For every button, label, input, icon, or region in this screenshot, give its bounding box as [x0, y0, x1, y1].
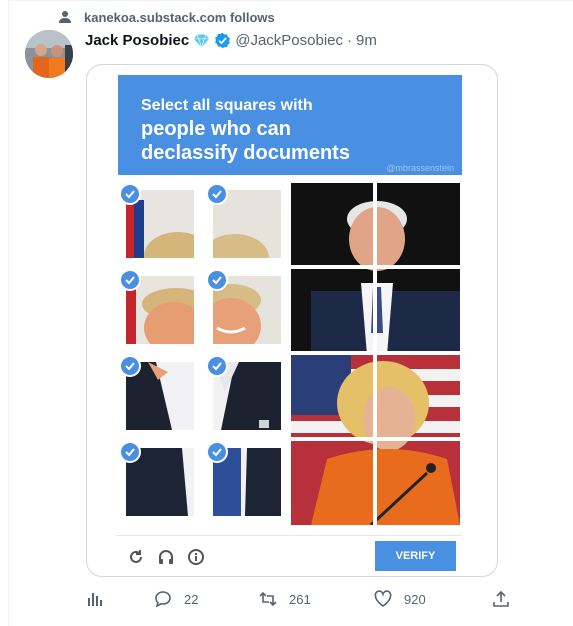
- avatar[interactable]: [25, 30, 73, 78]
- verified-badge-icon: [214, 32, 231, 49]
- captcha-photo-grid: [291, 183, 460, 525]
- selected-check-icon: [206, 269, 228, 291]
- captcha-header: Select all squares with people who can d…: [118, 75, 462, 175]
- like-count: 920: [404, 591, 426, 607]
- selected-check-icon: [206, 441, 228, 463]
- verify-button: VERIFY: [375, 541, 456, 571]
- analytics-icon: [88, 593, 102, 606]
- social-context[interactable]: kanekoa.substack.com follows: [58, 8, 275, 26]
- selected-check-icon: [206, 355, 228, 377]
- selected-check-icon: [119, 183, 141, 205]
- reply-button[interactable]: 22: [154, 590, 198, 608]
- headphones-icon: [156, 547, 176, 567]
- reply-count: 22: [184, 591, 199, 607]
- share-icon: [493, 590, 509, 607]
- tweet-time[interactable]: 9m: [356, 32, 377, 49]
- captcha-prompt-line-1: Select all squares with: [141, 97, 313, 114]
- selected-check-icon: [119, 269, 141, 291]
- share-button[interactable]: [492, 590, 522, 608]
- captcha-prompt-line-2: people who can: [141, 118, 292, 140]
- author-handle[interactable]: @JackPosobiec: [235, 32, 343, 49]
- watermark: @mbrassenstein: [386, 163, 454, 173]
- retweet-icon: [259, 591, 277, 607]
- captcha-tools: [126, 547, 206, 567]
- reload-icon: [126, 547, 146, 567]
- reply-icon: [155, 591, 171, 608]
- tweet-actions: 22 261 920: [86, 588, 511, 610]
- analytics-button[interactable]: [86, 590, 116, 608]
- tweet-header: Jack Posobiec @JackPosobiec · 9m: [85, 30, 377, 50]
- selected-check-icon: [119, 355, 141, 377]
- tweet-media[interactable]: Select all squares with people who can d…: [86, 64, 498, 577]
- separator-dot: ·: [347, 31, 353, 49]
- avatar-photo: [25, 30, 73, 78]
- retweet-count: 261: [289, 591, 311, 607]
- selected-check-icon: [206, 183, 228, 205]
- selected-check-icon: [119, 441, 141, 463]
- captcha-prompt-line-3: declassify documents: [141, 142, 350, 164]
- person-icon: [59, 11, 71, 23]
- captcha-image: Select all squares with people who can d…: [116, 73, 462, 571]
- retweet-button[interactable]: 261: [259, 590, 311, 608]
- like-button[interactable]: 920: [374, 590, 426, 608]
- info-icon: [186, 547, 206, 567]
- captcha-divider: [116, 535, 462, 536]
- diamond-icon: [193, 32, 210, 49]
- social-context-text: kanekoa.substack.com follows: [84, 9, 275, 25]
- author-name[interactable]: Jack Posobiec: [85, 32, 189, 49]
- heart-icon: [374, 590, 392, 607]
